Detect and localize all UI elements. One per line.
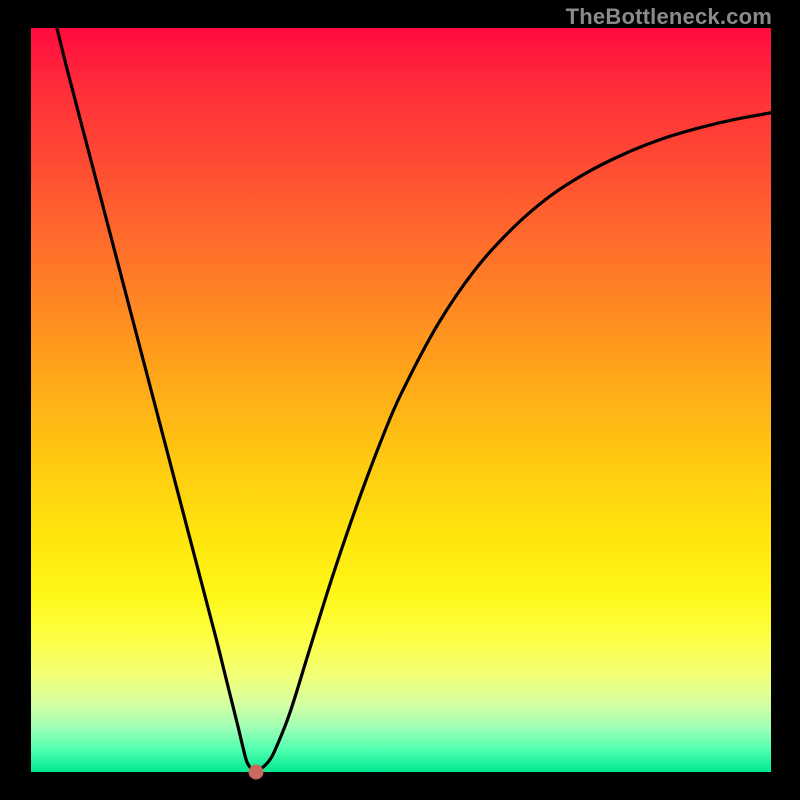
watermark-text: TheBottleneck.com bbox=[566, 4, 772, 30]
bottleneck-curve bbox=[31, 28, 771, 772]
minimum-marker bbox=[248, 765, 263, 780]
chart-frame: TheBottleneck.com bbox=[0, 0, 800, 800]
curve-path bbox=[57, 28, 771, 771]
